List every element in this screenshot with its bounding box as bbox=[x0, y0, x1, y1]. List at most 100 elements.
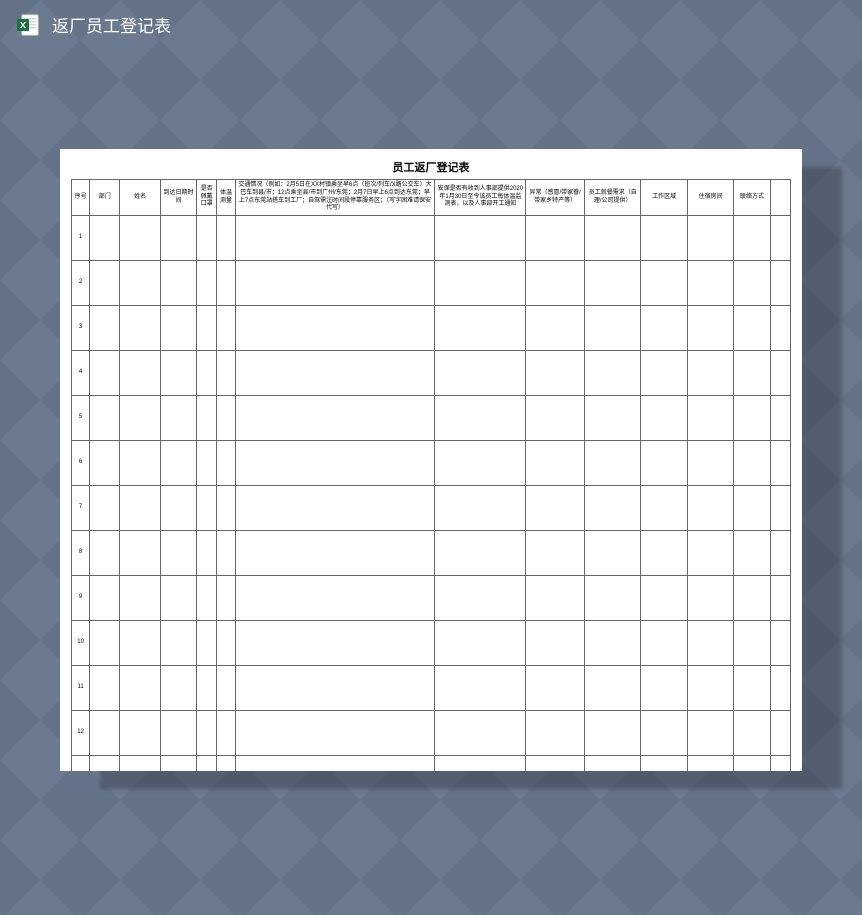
cell-empty bbox=[197, 396, 217, 441]
table-row: 9 bbox=[72, 576, 791, 621]
cell-empty bbox=[641, 486, 687, 531]
cell-empty bbox=[197, 216, 217, 261]
cell-empty bbox=[641, 576, 687, 621]
cell-empty bbox=[197, 441, 217, 486]
cell-empty bbox=[160, 531, 196, 576]
cell-empty bbox=[734, 441, 770, 486]
cell-empty bbox=[90, 486, 120, 531]
cell-empty bbox=[120, 711, 160, 756]
col-temp: 体温测量 bbox=[217, 180, 235, 216]
table-row: 4 bbox=[72, 351, 791, 396]
cell-empty bbox=[435, 486, 526, 531]
cell-empty bbox=[734, 351, 770, 396]
cell-empty bbox=[90, 531, 120, 576]
cell-empty bbox=[770, 261, 790, 306]
cell-empty bbox=[120, 306, 160, 351]
cell-empty bbox=[435, 621, 526, 666]
table-row: 11 bbox=[72, 666, 791, 711]
cell-empty bbox=[435, 576, 526, 621]
cell-empty bbox=[197, 621, 217, 666]
cell-empty bbox=[734, 306, 770, 351]
cell-empty bbox=[641, 396, 687, 441]
cell-seq: 5 bbox=[72, 396, 90, 441]
cell-empty bbox=[687, 306, 733, 351]
cell-empty bbox=[687, 711, 733, 756]
cell-empty bbox=[687, 576, 733, 621]
cell-empty bbox=[687, 216, 733, 261]
cell-seq: 9 bbox=[72, 576, 90, 621]
cell-empty bbox=[734, 486, 770, 531]
cell-empty bbox=[687, 441, 733, 486]
table-row: 3 bbox=[72, 306, 791, 351]
cell-empty bbox=[734, 396, 770, 441]
cell-empty bbox=[197, 261, 217, 306]
col-room: 住宿房间 bbox=[687, 180, 733, 216]
cell-empty bbox=[734, 216, 770, 261]
cell-empty bbox=[734, 621, 770, 666]
cell-empty bbox=[770, 396, 790, 441]
cell-empty bbox=[687, 261, 733, 306]
cell-empty bbox=[217, 531, 235, 576]
cell-empty bbox=[770, 441, 790, 486]
excel-icon bbox=[16, 13, 40, 37]
cell-empty bbox=[197, 486, 217, 531]
cell-empty bbox=[160, 441, 196, 486]
cell-empty bbox=[197, 711, 217, 756]
cell-empty bbox=[90, 441, 120, 486]
cell-empty bbox=[734, 711, 770, 756]
col-mask: 是否佩戴口罩 bbox=[197, 180, 217, 216]
cell-empty bbox=[641, 216, 687, 261]
cell-empty bbox=[526, 216, 585, 261]
table-row: 13 bbox=[72, 756, 791, 771]
cell-empty bbox=[584, 666, 641, 711]
cell-empty bbox=[217, 441, 235, 486]
col-arrive: 到达日期时间 bbox=[160, 180, 196, 216]
cell-empty bbox=[641, 621, 687, 666]
cell-empty bbox=[160, 576, 196, 621]
cell-empty bbox=[584, 216, 641, 261]
table-row: 12 bbox=[72, 711, 791, 756]
cell-empty bbox=[687, 756, 733, 771]
sheet-container: 员工返厂登记表 序号 部门 姓名 到达日期时间 是否佩戴口罩 体温测量 交通情况… bbox=[60, 149, 802, 771]
cell-empty bbox=[641, 711, 687, 756]
cell-empty bbox=[90, 351, 120, 396]
cell-empty bbox=[435, 306, 526, 351]
cell-empty bbox=[435, 531, 526, 576]
cell-empty bbox=[526, 666, 585, 711]
cell-empty bbox=[235, 531, 435, 576]
cell-empty bbox=[120, 486, 160, 531]
cell-empty bbox=[435, 216, 526, 261]
cell-empty bbox=[217, 576, 235, 621]
cell-seq: 2 bbox=[72, 261, 90, 306]
cell-empty bbox=[120, 621, 160, 666]
cell-empty bbox=[687, 351, 733, 396]
cell-seq: 6 bbox=[72, 441, 90, 486]
cell-seq: 3 bbox=[72, 306, 90, 351]
cell-empty bbox=[235, 306, 435, 351]
cell-empty bbox=[90, 756, 120, 771]
cell-empty bbox=[584, 261, 641, 306]
cell-empty bbox=[90, 216, 120, 261]
cell-empty bbox=[526, 711, 585, 756]
col-dept: 部门 bbox=[90, 180, 120, 216]
cell-empty bbox=[120, 531, 160, 576]
cell-empty bbox=[435, 351, 526, 396]
cell-empty bbox=[435, 261, 526, 306]
col-seq: 序号 bbox=[72, 180, 90, 216]
cell-empty bbox=[90, 306, 120, 351]
cell-empty bbox=[770, 351, 790, 396]
table-row: 2 bbox=[72, 261, 791, 306]
cell-empty bbox=[90, 396, 120, 441]
cell-empty bbox=[217, 306, 235, 351]
cell-seq: 10 bbox=[72, 621, 90, 666]
table-row: 7 bbox=[72, 486, 791, 531]
registration-table: 序号 部门 姓名 到达日期时间 是否佩戴口罩 体温测量 交通情况（例如：2月5日… bbox=[71, 179, 791, 771]
cell-empty bbox=[235, 486, 435, 531]
cell-empty bbox=[120, 261, 160, 306]
cell-empty bbox=[217, 351, 235, 396]
col-area: 工作区域 bbox=[641, 180, 687, 216]
cell-empty bbox=[160, 351, 196, 396]
cell-empty bbox=[641, 351, 687, 396]
cell-seq: 4 bbox=[72, 351, 90, 396]
cell-empty bbox=[584, 711, 641, 756]
